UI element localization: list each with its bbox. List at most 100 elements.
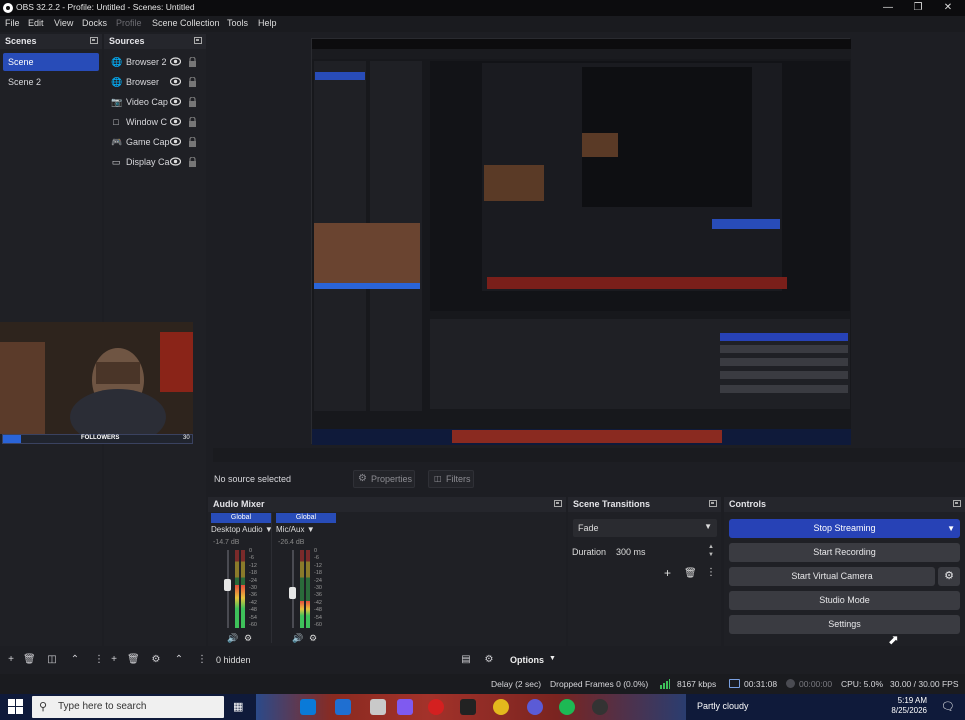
search-icon: ⚲ [39,701,48,713]
stop-streaming-button[interactable]: Stop Streaming ▼ [729,519,960,538]
start-icon[interactable] [8,699,23,714]
move-scene-up-icon[interactable]: ⌃ [69,654,81,666]
twitch-icon[interactable] [397,699,413,715]
virtual-camera-settings-button[interactable]: ⚙ [938,567,960,586]
visibility-eye-icon[interactable] [169,137,182,146]
epic-games-icon[interactable] [460,699,476,715]
spotify-icon[interactable] [559,699,575,715]
remove-transition-icon[interactable]: 🗑 [684,568,697,579]
settings-button[interactable]: Settings [729,615,960,634]
meter-scale-label: -60 [314,622,322,628]
undock-icon[interactable] [194,37,202,44]
clock-time: 5:19 AM [897,696,927,705]
lock-icon[interactable] [188,56,197,67]
lock-icon[interactable] [188,76,197,87]
menu-view[interactable]: View [54,18,73,28]
add-transition-icon[interactable]: + [664,566,671,580]
filters-button[interactable]: ◫ Filters [428,470,474,488]
undock-icon[interactable] [554,500,562,507]
file-explorer-icon[interactable] [370,699,386,715]
scene-item-label: Scene [8,57,34,67]
undock-icon[interactable] [90,37,98,44]
advanced-audio-icon[interactable]: ⚙ [483,654,495,666]
channel-settings-icon[interactable]: ⚙ [309,633,317,644]
source-item[interactable]: □ Window C [105,113,205,131]
visibility-eye-icon[interactable] [169,57,182,66]
menu-edit[interactable]: Edit [28,18,44,28]
lock-icon[interactable] [188,96,197,107]
source-item[interactable]: 📷 Video Cap [105,93,205,111]
taskbar-search[interactable]: ⚲ Type here to search [32,696,224,718]
visibility-eye-icon[interactable] [169,77,182,86]
menu-scene-collection[interactable]: Scene Collection [152,18,220,28]
notification-icon[interactable]: 🗨 [941,700,955,713]
undock-icon[interactable] [709,500,717,507]
source-item[interactable]: 🌐 Browser 2 [105,53,205,71]
menu-docks[interactable]: Docks [82,18,107,28]
undock-icon[interactable] [953,500,961,507]
opera-icon[interactable] [428,699,444,715]
mixer-options-button[interactable]: Options ▼ [506,651,561,669]
lock-icon[interactable] [188,156,197,167]
menu-file[interactable]: File [5,18,20,28]
filters-label: Filters [446,474,471,484]
add-source-icon[interactable]: + [108,654,120,666]
meter-scale-label: -30 [249,585,257,591]
scenes-dock-title: Scenes [5,36,37,46]
visibility-eye-icon[interactable] [169,97,182,106]
source-item[interactable]: 🎮 Game Cap [105,133,205,151]
taskbar-clock[interactable]: 5:19 AM 8/25/2026 [891,696,927,716]
menu-tools[interactable]: Tools [227,18,248,28]
scene-item[interactable]: Scene 2 [3,73,99,91]
minimize-button[interactable]: — [880,1,896,15]
transition-select[interactable]: Fade ▼ [573,519,717,537]
mail-icon[interactable] [335,699,351,715]
remove-scene-icon[interactable]: 🗑 [23,654,36,666]
discord-icon[interactable] [527,699,543,715]
lock-icon[interactable] [188,116,197,127]
maximize-button[interactable]: ❐ [910,1,926,15]
followers-count: 30 [183,435,190,441]
properties-button[interactable]: ⚙ Properties [353,470,415,488]
source-properties-icon[interactable]: ⚙ [150,654,162,666]
duration-input[interactable]: 300 ms ▲ ▼ [612,543,717,561]
studio-mode-button[interactable]: Studio Mode [729,591,960,610]
chrome-icon[interactable] [493,699,509,715]
menu-help[interactable]: Help [258,18,277,28]
source-item-label: Browser [126,77,160,87]
source-item-label: Window C [126,117,168,127]
lock-icon[interactable] [188,136,197,147]
move-source-up-icon[interactable]: ⌃ [173,654,185,666]
close-button[interactable]: ✕ [940,1,956,15]
add-scene-icon[interactable]: + [5,654,17,666]
start-virtual-camera-button[interactable]: Start Virtual Camera [729,567,935,586]
channel-name-dropdown[interactable]: Desktop Audio ▼ [211,525,273,537]
source-menu-icon[interactable]: ⋮ [196,654,208,666]
channel-settings-icon[interactable]: ⚙ [244,633,252,644]
mouse-cursor-icon: ⬈ [888,632,899,647]
spin-up-icon[interactable]: ▲ [708,544,714,550]
fader-knob[interactable] [224,579,231,591]
edge-icon[interactable] [300,699,316,715]
mixer-layout-icon[interactable]: ▤ [460,654,472,666]
source-item[interactable]: 🌐 Browser [105,73,205,91]
start-recording-button[interactable]: Start Recording [729,543,960,562]
obs-taskbar-icon[interactable] [592,699,608,715]
remove-source-icon[interactable]: 🗑 [127,654,140,666]
visibility-eye-icon[interactable] [169,157,182,166]
scene-menu-icon[interactable]: ⋮ [93,654,105,666]
scene-filters-icon[interactable]: ◫ [46,654,58,666]
spin-down-icon[interactable]: ▼ [708,552,714,558]
meter-level [235,585,239,628]
source-item[interactable]: ▭ Display Ca [105,153,205,171]
channel-name-dropdown[interactable]: Mic/Aux ▼ [276,525,338,537]
speaker-icon[interactable]: 🔊 [292,633,303,644]
transition-menu-icon[interactable]: ⋮ [706,567,716,578]
scene-item[interactable]: Scene [3,53,99,71]
fader-knob[interactable] [289,587,296,599]
menu-profile[interactable]: Profile [116,18,142,28]
speaker-icon[interactable]: 🔊 [227,633,238,644]
visibility-eye-icon[interactable] [169,117,182,126]
chevron-down-icon[interactable]: ▼ [947,519,955,538]
task-view-icon[interactable]: ▦ [233,700,243,713]
